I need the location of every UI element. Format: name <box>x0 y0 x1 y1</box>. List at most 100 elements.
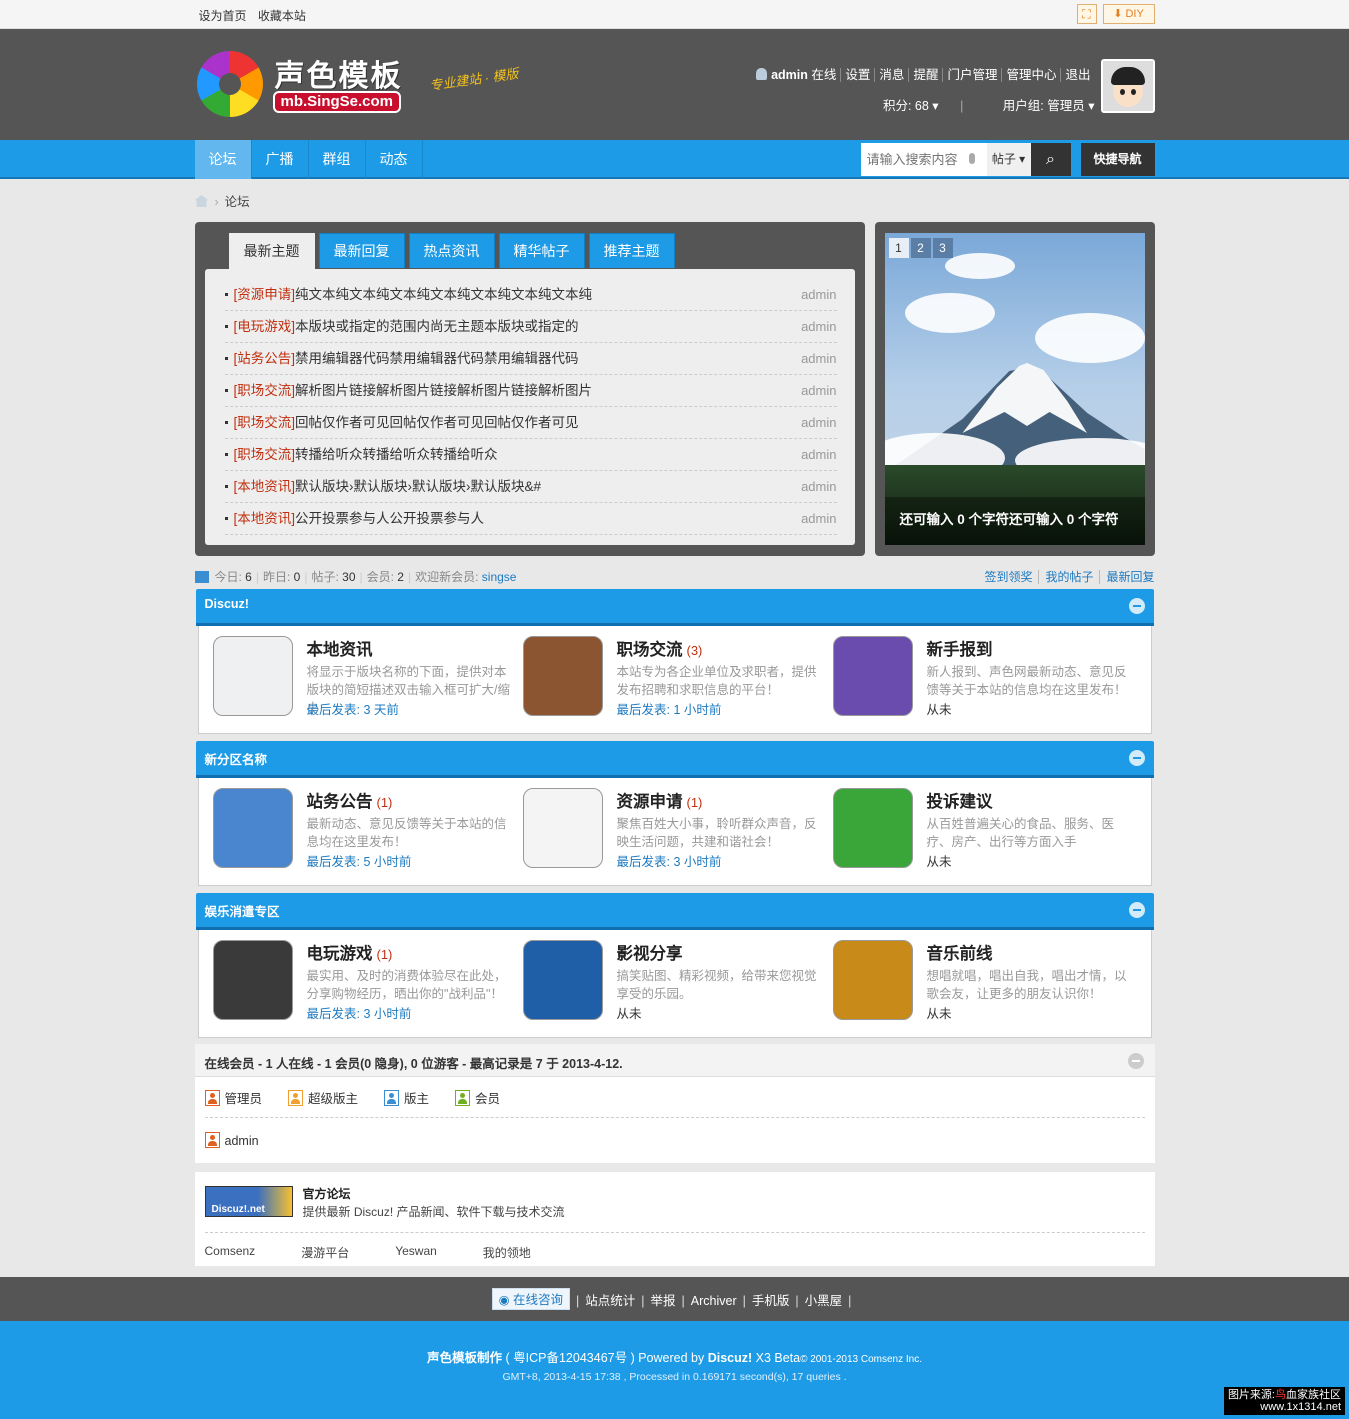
forum-icon[interactable] <box>832 788 913 868</box>
footer-maker[interactable]: 声色模板制作 <box>427 1351 502 1365</box>
slide-page-2[interactable]: 2 <box>910 238 931 258</box>
forum-name-text[interactable]: 本地资讯 <box>307 641 373 659</box>
forum-name-text[interactable]: 影视分享 <box>617 945 683 963</box>
topic-title[interactable]: 公开投票参与人公开投票参与人 <box>295 511 484 526</box>
list-item[interactable]: [资源申请]纯文本纯文本纯文本纯文本纯文本纯文本纯文本纯 admin <box>224 279 837 311</box>
forum-name[interactable]: 职场交流 (3) <box>617 636 703 660</box>
footer-link-blacklist[interactable]: 小黑屋 <box>805 1294 843 1308</box>
nav-broadcast[interactable]: 广播 <box>252 140 309 179</box>
forum-name[interactable]: 影视分享 <box>617 940 687 964</box>
list-item[interactable]: [本地资讯]默认版块›默认版块›默认版块›默认版块&# admin <box>224 471 837 503</box>
tab-latest-topics[interactable]: 最新主题 <box>228 233 315 270</box>
collapse-icon[interactable] <box>1127 1053 1144 1069</box>
topic-author[interactable]: admin <box>801 471 836 503</box>
topic-category[interactable]: [职场交流] <box>234 383 296 398</box>
search-button[interactable]: ⌕ <box>1030 143 1071 176</box>
list-item[interactable]: [站务公告]禁用编辑器代码禁用编辑器代码禁用编辑器代码 admin <box>224 343 837 375</box>
notices-link[interactable]: 提醒 <box>908 68 943 82</box>
topic-category[interactable]: [本地资讯] <box>234 511 296 526</box>
slide-image[interactable]: 1 2 3 还可输入 0 个字符还可输入 0 个字符 <box>884 233 1145 545</box>
forum-item[interactable]: 职场交流 (3) 本站专为各企业单位及求职者，提供发布招聘和求职信息的平台！ 最后发表… <box>509 636 819 722</box>
collapse-icon[interactable] <box>1128 750 1145 766</box>
friend-link[interactable]: 我的领地 <box>483 1244 531 1261</box>
topic-category[interactable]: [职场交流] <box>234 447 296 462</box>
points-dropdown[interactable]: 积分: 68 ▾ <box>865 99 939 113</box>
forum-last-post[interactable]: 最后发表: 3 小时前 <box>307 1003 412 1022</box>
newest-member-link[interactable]: singse <box>482 570 517 584</box>
friend-link[interactable]: Comsenz <box>205 1244 256 1261</box>
topic-title[interactable]: 解析图片链接解析图片链接解析图片链接解析图片 <box>295 383 592 398</box>
stats-chart-icon[interactable] <box>194 571 209 583</box>
topic-author[interactable]: admin <box>801 439 836 471</box>
forum-icon[interactable] <box>522 940 603 1020</box>
section-title[interactable]: 娱乐消遣专区 <box>205 901 280 920</box>
topic-author[interactable]: admin <box>801 375 836 407</box>
messages-link[interactable]: 消息 <box>874 68 909 82</box>
tab-latest-replies[interactable]: 最新回复 <box>318 233 405 268</box>
topic-category[interactable]: [电玩游戏] <box>234 319 296 334</box>
topic-category[interactable]: [本地资讯] <box>234 479 296 494</box>
friend-link[interactable]: Yeswan <box>395 1244 437 1261</box>
topic-title[interactable]: 转播给听众转播给听众转播给听众 <box>295 447 498 462</box>
forum-name[interactable]: 资源申请 (1) <box>617 788 703 812</box>
slide-caption[interactable]: 还可输入 0 个字符还可输入 0 个字符 <box>884 497 1145 545</box>
topic-author[interactable]: admin <box>801 343 836 375</box>
topic-title[interactable]: 本版块或指定的范围内尚无主题本版块或指定的 <box>295 319 579 334</box>
list-item[interactable]: [本地资讯]公开投票参与人公开投票参与人 admin <box>224 503 837 535</box>
online-status[interactable]: 在线 <box>811 68 836 82</box>
quick-nav-button[interactable]: 快捷导航 <box>1080 143 1155 176</box>
forum-name-text[interactable]: 新手报到 <box>927 641 993 659</box>
forum-name[interactable]: 本地资讯 <box>307 636 377 660</box>
forum-item[interactable]: 音乐前线 想唱就唱，唱出自我，唱出才情，以歌会友，让更多的朋友认识你！ 从未 <box>819 940 1129 1026</box>
settings-link[interactable]: 设置 <box>840 68 875 82</box>
search-input[interactable] <box>860 143 973 176</box>
topic-category[interactable]: [职场交流] <box>234 415 296 430</box>
list-item[interactable]: [职场交流]转播给听众转播给听众转播给听众 admin <box>224 439 837 471</box>
forum-name-text[interactable]: 电玩游戏 <box>307 945 373 963</box>
topic-author[interactable]: admin <box>801 503 836 535</box>
forum-name[interactable]: 投诉建议 <box>927 788 997 812</box>
topic-title[interactable]: 默认版块›默认版块›默认版块›默认版块&# <box>295 479 541 494</box>
forum-item[interactable]: 站务公告 (1) 最新动态、意见反馈等关于本站的信息均在这里发布！ 最后发表: 5 小… <box>199 788 509 874</box>
topic-author[interactable]: admin <box>801 407 836 439</box>
search-type-select[interactable]: 帖子 ▾ <box>986 143 1031 176</box>
forum-name[interactable]: 电玩游戏 (1) <box>307 940 393 964</box>
portal-admin-link[interactable]: 门户管理 <box>942 68 1002 82</box>
forum-icon[interactable] <box>522 636 603 716</box>
list-item[interactable]: [职场交流]回帖仅作者可见回帖仅作者可见回帖仅作者可见 admin <box>224 407 837 439</box>
forum-name-text[interactable]: 职场交流 <box>617 641 683 659</box>
forum-item[interactable]: 新手报到 新人报到、声色网最新动态、意见反馈等关于本站的信息均在这里发布！ 从未 <box>819 636 1129 722</box>
forum-name-text[interactable]: 投诉建议 <box>927 793 993 811</box>
forum-last-post[interactable]: 最后发表: 5 小时前 <box>307 851 412 870</box>
topic-category[interactable]: [资源申请] <box>234 287 296 302</box>
list-item[interactable]: [职场交流]解析图片链接解析图片链接解析图片链接解析图片 admin <box>224 375 837 407</box>
forum-icon[interactable] <box>522 788 603 868</box>
nav-feed[interactable]: 动态 <box>366 140 423 179</box>
forum-name[interactable]: 站务公告 (1) <box>307 788 393 812</box>
forum-last-post[interactable]: 最后发表: 3 小时前 <box>617 851 722 870</box>
tab-digest[interactable]: 精华帖子 <box>498 233 585 268</box>
forum-item[interactable]: 资源申请 (1) 聚焦百姓大小事，聆听群众声音，反映生活问题，共建和谐社会！ 最后发表… <box>509 788 819 874</box>
tab-recommended[interactable]: 推荐主题 <box>588 233 675 268</box>
topic-author[interactable]: admin <box>801 311 836 343</box>
forum-name[interactable]: 新手报到 <box>927 636 997 660</box>
topic-title[interactable]: 纯文本纯文本纯文本纯文本纯文本纯文本纯文本纯 <box>295 287 592 302</box>
logout-link[interactable]: 退出 <box>1060 68 1095 82</box>
diy-button[interactable]: ⬇ DIY <box>1102 4 1155 24</box>
topic-category[interactable]: [站务公告] <box>234 351 296 366</box>
forum-icon[interactable] <box>832 940 913 1020</box>
nav-groups[interactable]: 群组 <box>309 140 366 179</box>
home-icon[interactable] <box>194 195 209 207</box>
avatar[interactable] <box>1100 59 1155 113</box>
admin-center-link[interactable]: 管理中心 <box>1001 68 1061 82</box>
forum-last-post[interactable]: 最后发表: 1 小时前 <box>617 699 722 718</box>
set-homepage-link[interactable]: 设为首页 <box>199 9 247 23</box>
slide-page-3[interactable]: 3 <box>932 238 953 258</box>
forum-item[interactable]: 投诉建议 从百姓普遍关心的食品、服务、医疗、房产、出行等方面入手 从未 <box>819 788 1129 874</box>
online-username[interactable]: admin <box>225 1134 259 1148</box>
footer-link-report[interactable]: 举报 <box>651 1294 676 1308</box>
bookmark-link[interactable]: 收藏本站 <box>258 9 306 23</box>
forum-name[interactable]: 音乐前线 <box>927 940 997 964</box>
collapse-icon[interactable] <box>1128 598 1145 614</box>
forum-item[interactable]: 影视分享 搞笑贴图、精彩视频，给带来您视觉享受的乐园。 从未 <box>509 940 819 1026</box>
